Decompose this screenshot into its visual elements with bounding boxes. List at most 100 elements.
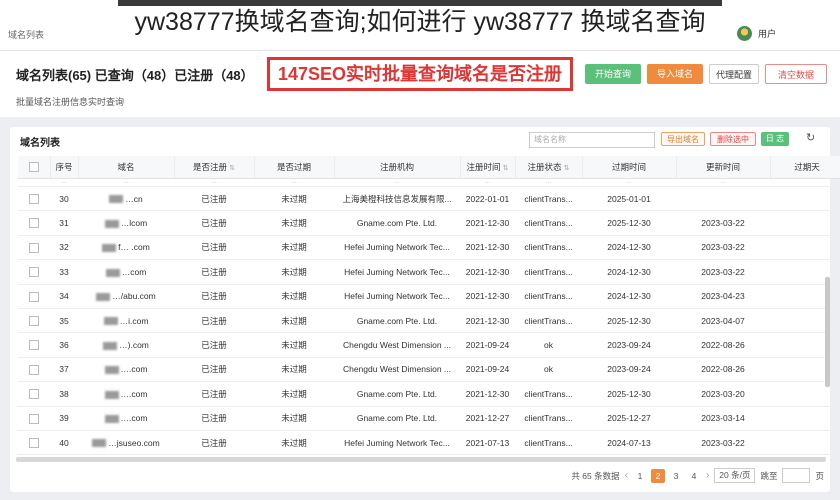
row-checkbox[interactable] — [29, 218, 39, 229]
sort-icon[interactable]: ⇅ — [564, 165, 570, 172]
table-row[interactable]: 33 …com 已注册 未过期 Hefei Juming Network Tec... 2… — [18, 259, 840, 285]
redacted-domain-mask — [96, 293, 111, 301]
column-header[interactable]: 是否注册 ⇅ — [174, 156, 255, 179]
registered-text: 已注册 — [201, 266, 227, 277]
row-checkbox[interactable] — [29, 340, 39, 351]
domain-text: …).com — [119, 340, 149, 351]
table-row[interactable]: 38 ….com 已注册 未过期 Gname.com Pte. Ltd. 2021-12-… — [18, 381, 840, 407]
log-button[interactable]: 日 志 — [761, 132, 789, 146]
cell-upd-date: 2023-04-07 — [676, 308, 770, 334]
column-header[interactable]: 域名 — [78, 156, 175, 179]
no-text: 33 — [59, 266, 69, 277]
row-checkbox[interactable] — [29, 364, 39, 375]
domain-search-input[interactable]: 域名名称 — [529, 132, 655, 148]
column-header-label: 过期时间 — [611, 162, 646, 172]
table-cell: … — [78, 178, 174, 187]
table-row[interactable]: 30 …cn 已注册 未过期 上海美橙科技信息发展有限... 2022-01-01 clie… — [18, 186, 840, 212]
registered-text: 已注册 — [201, 340, 227, 351]
start-query-button[interactable]: 开始查询 — [585, 64, 641, 84]
page-button-4[interactable]: 4 — [687, 469, 701, 483]
registered-text: 已注册 — [201, 193, 227, 204]
card-title: 域名列表 — [20, 138, 60, 149]
vertical-scrollbar[interactable] — [825, 277, 830, 387]
row-checkbox[interactable] — [29, 389, 39, 400]
cell-status: clientTrans... — [515, 406, 582, 431]
column-header[interactable]: 注册时间 ⇅ — [460, 156, 516, 179]
cell-expire-days — [770, 186, 840, 212]
row-checkbox[interactable] — [29, 413, 39, 424]
row-checkbox-cell — [18, 259, 50, 285]
overlay-title: yw38777换域名查询;如何进行 yw38777 换域名查询 — [134, 8, 706, 36]
table-row[interactable]: 35 …i.com 已注册 未过期 Gname.com Pte. Ltd. 2021-12… — [18, 308, 840, 334]
column-header[interactable]: 序号 — [50, 156, 79, 179]
table-cell: … — [582, 178, 676, 187]
cell-upd-date: 2023-03-22 — [676, 259, 770, 285]
page-button-2[interactable]: 2 — [650, 468, 665, 483]
sort-icon[interactable]: ⇅ — [503, 165, 509, 172]
column-header[interactable]: 过期时间 — [582, 156, 677, 179]
cell-registrar: Gname.com Pte. Ltd. — [334, 308, 460, 334]
row-checkbox[interactable] — [29, 194, 39, 205]
sort-icon[interactable]: ⇅ — [229, 165, 235, 172]
redacted-domain-mask — [104, 366, 119, 375]
cell-no: 35 — [50, 308, 78, 334]
table-row[interactable]: 40 …jsuseo.com 已注册 未过期 Hefei Juming Network … — [18, 430, 840, 456]
proxy-config-button[interactable]: 代理配置 — [709, 64, 759, 84]
cell-expired: 未过期 — [254, 430, 334, 456]
select-all-checkbox-header[interactable] — [18, 156, 51, 179]
delete-selected-button[interactable]: 删除选中 — [710, 132, 756, 146]
table-row[interactable]: 39 ….com 已注册 未过期 Gname.com Pte. Ltd. 2021-12-… — [18, 406, 840, 431]
table-row[interactable]: 32 f… .com 已注册 未过期 Hefei Juming Network Tec.… — [18, 235, 840, 261]
cell-upd-date: 2023-04-23 — [676, 284, 770, 309]
expired-text: 未过期 — [281, 340, 307, 351]
cell-registered: 已注册 — [174, 308, 254, 334]
export-domain-button[interactable]: 导出域名 — [661, 132, 705, 146]
prev-page-icon[interactable]: ‹ — [625, 470, 628, 481]
page-button-3[interactable]: 3 — [669, 469, 683, 483]
table-row[interactable]: 36 …).com 已注册 未过期 Chengdu West Dimension ...… — [18, 332, 840, 358]
redacted-domain-mask — [103, 341, 118, 350]
cell-exp-date: 2024-12-30 — [582, 259, 676, 285]
cell-exp-date: 2024-12-30 — [582, 284, 676, 309]
exp_date-text: 2023-09-24 — [607, 364, 651, 375]
table-row[interactable]: 37 ….com 已注册 未过期 Chengdu West Dimension ... 2… — [18, 357, 840, 383]
cell-domain: …jsuseo.com — [78, 430, 174, 456]
column-header[interactable]: 过期天 — [770, 156, 840, 179]
row-checkbox[interactable] — [29, 242, 39, 253]
table-cell: … — [515, 178, 582, 187]
reg_date-text: 2021-09-24 — [465, 364, 510, 375]
cell-expire-days — [770, 406, 840, 431]
page-list: 1234 — [633, 468, 701, 483]
column-header[interactable]: 注册机构 — [334, 156, 461, 179]
column-header[interactable]: 更新时间 — [676, 156, 771, 179]
table-row[interactable]: 31 …lcom 已注册 未过期 Gname.com Pte. Ltd. 2021-12-… — [18, 210, 840, 236]
table-row[interactable]: 34 …/abu.com 已注册 未过期 Hefei Juming Network Te… — [18, 284, 840, 309]
column-header[interactable]: 是否过期 — [254, 156, 335, 179]
page-size-select[interactable]: 20 条/页 — [714, 468, 756, 483]
import-domain-button[interactable]: 导入域名 — [647, 64, 703, 84]
domain-text: …jsuseo.com — [108, 437, 160, 448]
no-text: 35 — [59, 315, 69, 326]
status-text: clientTrans... — [524, 437, 573, 448]
goto-page-input[interactable] — [782, 468, 811, 483]
column-header[interactable]: 注册状态 ⇅ — [515, 156, 583, 179]
cell-expire-days — [770, 210, 840, 236]
cell-no: 33 — [50, 259, 78, 285]
row-checkbox[interactable] — [29, 437, 39, 448]
next-page-icon[interactable]: › — [706, 470, 709, 481]
row-checkbox[interactable] — [29, 291, 39, 302]
row-checkbox[interactable] — [29, 267, 39, 278]
select-all-checkbox[interactable] — [28, 162, 39, 173]
row-checkbox[interactable] — [29, 316, 39, 327]
table-cell: … — [676, 178, 770, 187]
horizontal-scrollbar[interactable] — [16, 457, 826, 462]
page-button-1[interactable]: 1 — [633, 469, 647, 483]
refresh-icon[interactable]: ↻ — [806, 131, 815, 144]
status-text: clientTrans... — [524, 242, 573, 253]
reg_date-text: 2021-12-30 — [465, 266, 510, 277]
cell-no: 37 — [50, 357, 78, 383]
cell-status: clientTrans... — [515, 259, 582, 285]
cell-domain: ….com — [78, 406, 174, 431]
status-text: clientTrans... — [524, 218, 573, 229]
clear-data-button[interactable]: 清空数据 — [765, 64, 827, 84]
